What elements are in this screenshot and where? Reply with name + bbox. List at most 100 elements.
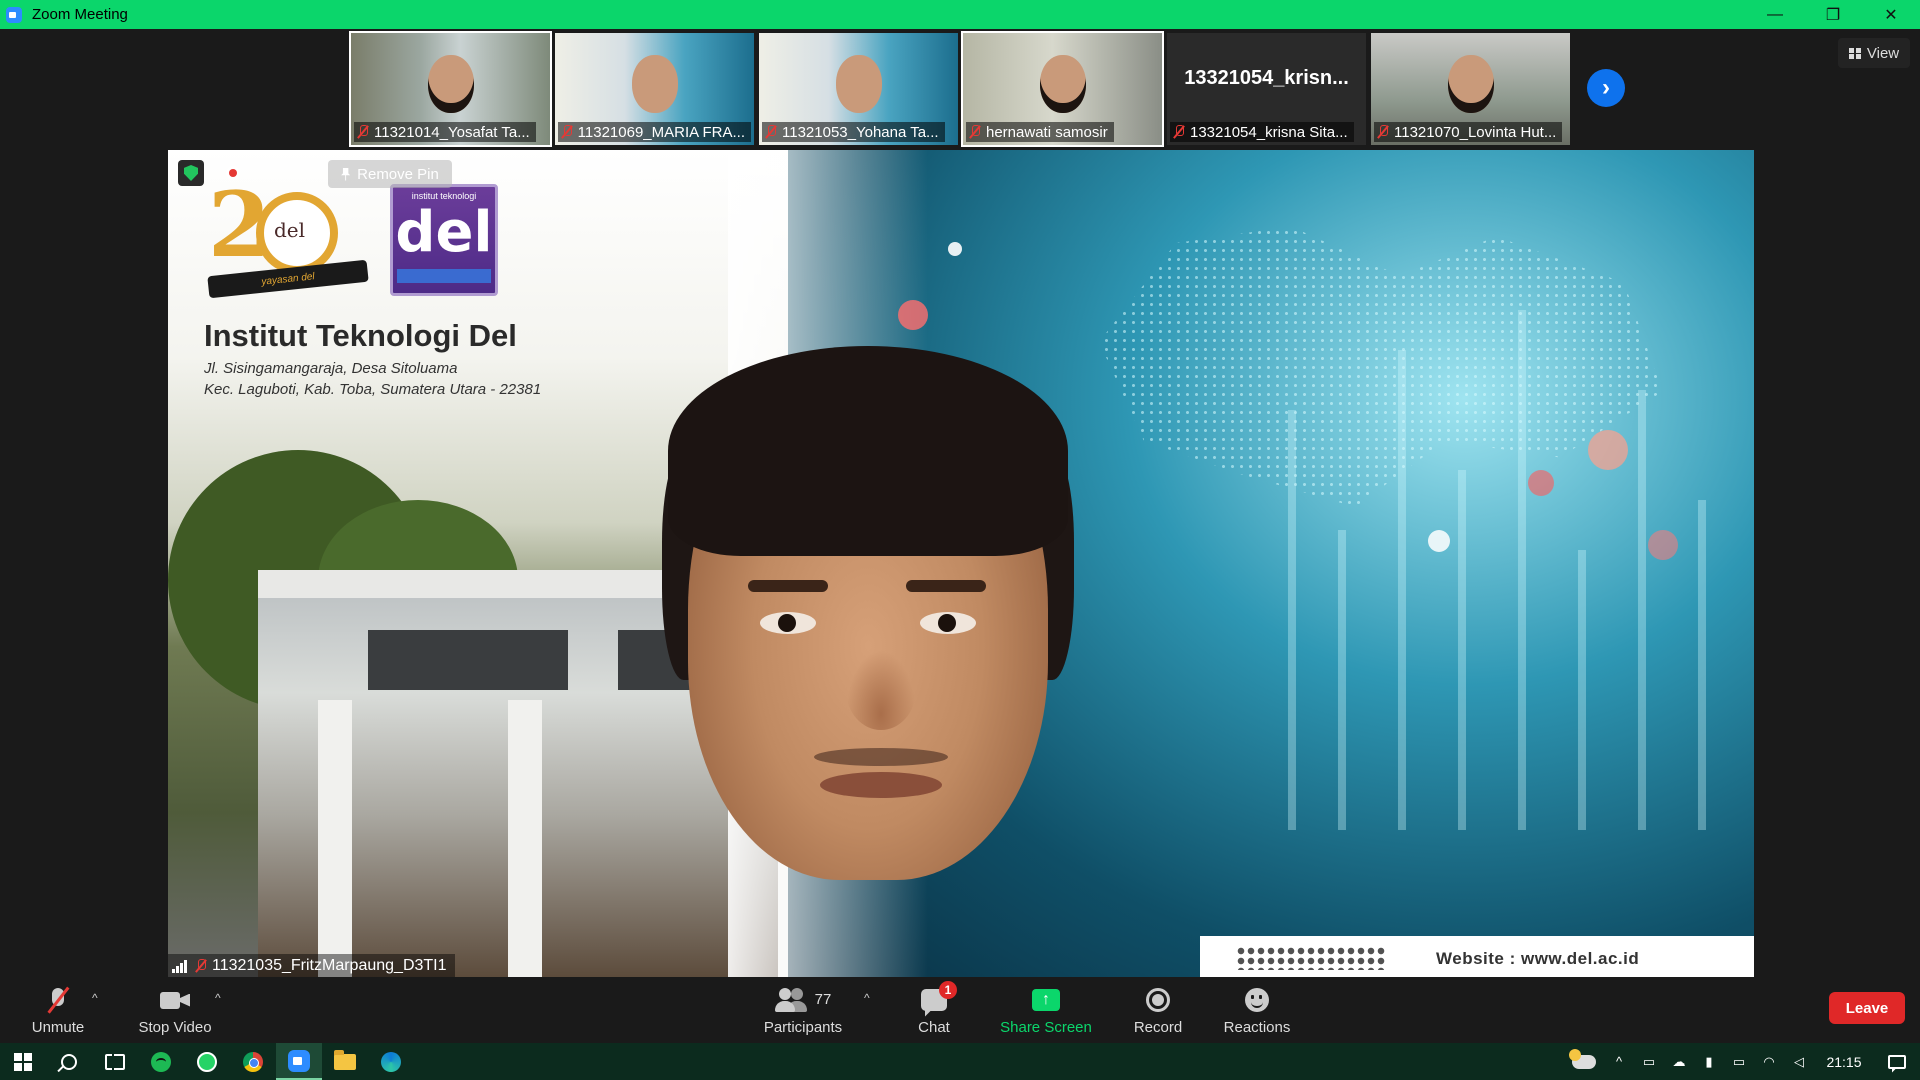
taskbar-search[interactable] [46,1043,92,1080]
window-titlebar: Zoom Meeting — ❐ ✕ [0,0,1920,29]
record-button[interactable]: Record [1126,977,1190,1043]
edge-icon [381,1051,401,1072]
muted-mic-icon [1378,125,1388,139]
taskbar-app-edge[interactable] [368,1043,414,1080]
taskbar-app-file-explorer[interactable] [322,1043,368,1080]
meeting-control-bar: Unmute ^ Stop Video ^ 77 Participants ^ … [0,977,1920,1043]
share-screen-label: Share Screen [1000,1018,1092,1036]
stop-video-button[interactable]: Stop Video [132,977,218,1043]
bokeh-light [948,242,962,256]
decorative-dots [1236,946,1386,970]
participants-label: Participants [763,1018,843,1036]
weather-icon [1569,1048,1596,1069]
unmute-button[interactable]: Unmute [20,977,96,1043]
hair [668,346,1068,556]
taskbar-app-whatsapp[interactable] [184,1043,230,1080]
participant-thumbnail[interactable]: hernawati samosir [961,31,1164,147]
eye [760,612,816,634]
website-strip: Website : www.del.ac.id [1200,936,1754,978]
remove-pin-button[interactable]: Remove Pin [328,160,452,188]
institution-address-line1: Jl. Sisingamangaraja, Desa Sitoluama [204,360,458,377]
view-label: View [1866,44,1900,62]
chevron-up-icon: ^ [1615,1054,1623,1069]
stop-video-label: Stop Video [138,1018,212,1036]
tray-battery[interactable]: ▭ [1724,1043,1754,1080]
taskbar-clock[interactable]: 21:15 [1814,1043,1874,1080]
microphone-icon: ▮ [1705,1053,1713,1069]
camera-icon [160,991,190,1009]
del-logo: institut teknologi del [390,184,498,296]
participant-thumbnail[interactable]: 13321054_krisn... 13321054_krisna Sita..… [1167,33,1366,145]
reactions-button[interactable]: Reactions [1220,977,1294,1043]
logo-del-small: del [274,218,306,242]
taskbar-app-zoom[interactable] [276,1043,322,1080]
muted-mic-icon [196,959,206,973]
spotify-icon [151,1051,171,1072]
restore-button[interactable]: ❐ [1804,0,1862,29]
logo-zero: del [256,192,338,274]
start-button[interactable] [0,1043,46,1080]
eye [920,612,976,634]
meeting-stage: 11321014_Yosafat Ta... 11321069_MARIA FR… [0,29,1920,978]
participant-name: 11321069_MARIA FRA... [577,123,745,141]
20-years-logo: 2 del yayasan del [207,180,369,299]
participant-thumbnail-strip: 11321014_Yosafat Ta... 11321069_MARIA FR… [349,31,1570,147]
participant-name-label: 11321069_MARIA FRA... [558,122,751,142]
bokeh-light [898,300,928,330]
pinned-video[interactable]: Website : www.del.ac.id 2 del yayasan de… [168,150,1754,978]
close-button[interactable]: ✕ [1862,0,1920,29]
wifi-icon: ◠ [1763,1053,1775,1069]
video-options-caret-icon[interactable]: ^ [215,991,221,1005]
encryption-shield-icon[interactable] [178,160,204,186]
minimize-button[interactable]: — [1746,0,1804,29]
participant-thumbnail[interactable]: 11321070_Lovinta Hut... [1371,33,1570,145]
participant-thumbnail[interactable]: 11321053_Yohana Ta... [759,33,958,145]
mouth [820,772,942,798]
muted-mic-icon [766,125,776,139]
muted-mic-icon [358,125,368,139]
del-logo-band [397,269,491,283]
tray-onedrive[interactable]: ☁ [1664,1043,1694,1080]
smiley-icon [1245,987,1269,1012]
building-column [508,700,542,978]
tray-volume[interactable]: ◁ [1784,1043,1814,1080]
taskbar-app-spotify[interactable] [138,1043,184,1080]
participant-thumbnail[interactable]: 11321014_Yosafat Ta... [349,31,552,147]
tray-microphone[interactable]: ▮ [1694,1043,1724,1080]
taskbar-app-chrome[interactable] [230,1043,276,1080]
mic-off-icon [50,987,66,1013]
notification-center-button[interactable] [1874,1043,1920,1080]
participant-name-label: 11321014_Yosafat Ta... [354,122,536,142]
chat-label: Chat [918,1018,950,1036]
participant-name: 11321053_Yohana Ta... [782,123,939,141]
show-hidden-icons-button[interactable]: ^ [1604,1043,1634,1080]
leave-button[interactable]: Leave [1829,992,1905,1024]
cloud-error-icon: ☁ [1672,1053,1686,1069]
participant-face [631,55,678,113]
task-view-icon [105,1053,125,1070]
participant-face [427,55,474,113]
website-text: Website : www.del.ac.id [1436,949,1640,968]
muted-mic-icon [1174,125,1184,139]
participant-name-label: 11321053_Yohana Ta... [762,122,945,142]
audio-options-caret-icon[interactable]: ^ [92,991,98,1005]
volume-icon: ◁ [1794,1053,1804,1069]
muted-mic-icon [970,125,980,139]
view-button[interactable]: View [1838,38,1910,68]
task-view-button[interactable] [92,1043,138,1080]
chat-button[interactable]: 1 Chat [904,977,964,1043]
weather-widget[interactable] [1564,1043,1604,1080]
tray-meet-now[interactable]: ▭ [1634,1043,1664,1080]
next-page-button[interactable]: › [1587,69,1625,107]
tray-wifi[interactable]: ◠ [1754,1043,1784,1080]
institution-address-line2: Kec. Laguboti, Kab. Toba, Sumatera Utara… [204,381,542,398]
participants-button[interactable]: 77 Participants [756,977,850,1043]
search-icon [61,1053,77,1070]
window-controls: — ❐ ✕ [1746,0,1920,29]
muted-mic-icon [562,125,572,139]
participants-options-caret-icon[interactable]: ^ [864,991,870,1005]
share-screen-button[interactable]: ↑ Share Screen [996,977,1096,1043]
windows-icon [14,1052,32,1071]
participant-name: 13321054_krisna Sita... [1190,123,1348,141]
participant-thumbnail[interactable]: 11321069_MARIA FRA... [555,33,754,145]
